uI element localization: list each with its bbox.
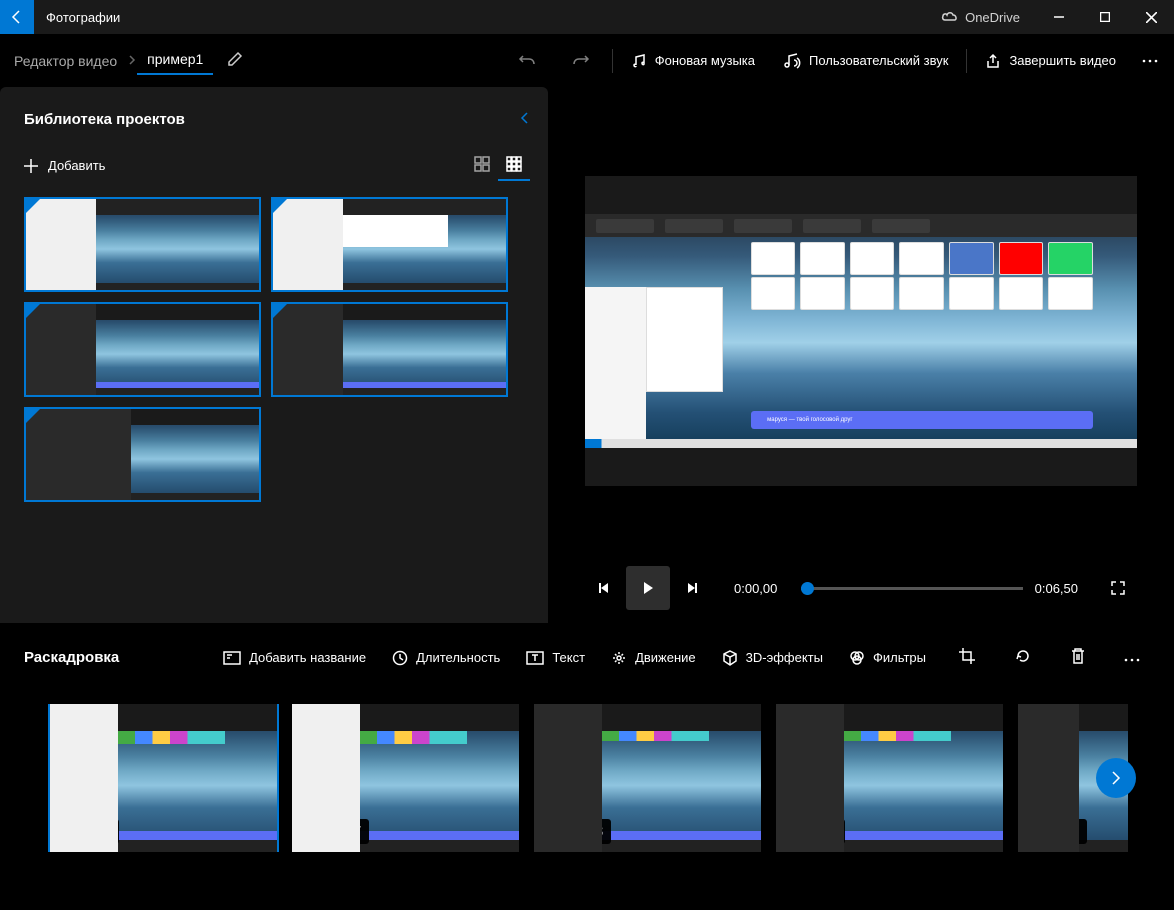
total-time: 0:06,50 [1035,581,1078,596]
next-frame-button[interactable] [670,566,714,610]
add-title-button[interactable]: Добавить название [219,644,370,671]
text-icon [526,651,544,665]
storyboard-clip[interactable]: 0,5 [776,704,1003,852]
cloud-icon [941,11,959,23]
library-title: Библиотека проектов [24,111,520,128]
finish-button[interactable]: Завершить видео [971,34,1130,87]
app-title: Фотографии [46,10,120,25]
more-button[interactable] [1114,644,1150,671]
seek-bar[interactable] [801,587,1022,590]
edit-icon[interactable] [227,51,243,70]
back-button[interactable] [0,0,34,34]
onedrive-label: OneDrive [965,10,1020,25]
prev-frame-button[interactable] [582,566,626,610]
library-item[interactable] [271,302,508,397]
project-name[interactable]: пример1 [137,51,213,75]
chevron-right-icon [127,53,137,68]
motion-button[interactable]: Движение [607,644,700,672]
bg-music-label: Фоновая музыка [655,53,755,68]
bg-music-button[interactable]: Фоновая музыка [617,34,769,87]
library-item[interactable] [271,197,508,292]
storyboard-clip[interactable]: 1,03 [534,704,761,852]
minimize-button[interactable] [1036,0,1082,34]
onedrive-button[interactable]: OneDrive [941,10,1020,25]
collapse-icon[interactable] [520,109,530,130]
filters-button[interactable]: Фильтры [845,644,930,672]
crop-button[interactable] [948,641,986,674]
library-item[interactable] [24,407,261,502]
custom-audio-button[interactable]: Пользовательский звук [769,34,962,87]
next-clips-button[interactable] [1096,758,1136,798]
current-time: 0:00,00 [734,581,777,596]
3d-effects-button[interactable]: 3D-эффекты [718,644,827,672]
motion-icon [611,650,627,666]
undo-button[interactable] [500,34,554,87]
large-grid-button[interactable] [466,150,498,181]
delete-button[interactable] [1060,641,1096,674]
text-button[interactable]: Текст [522,644,589,671]
music-icon [631,53,647,69]
duration-button[interactable]: Длительность [388,644,504,672]
small-grid-button[interactable] [498,150,530,181]
storyboard-clip[interactable]: 1,0 [50,704,277,852]
preview-banner: маруся — твой голосовой друг [751,411,1093,430]
close-button[interactable] [1128,0,1174,34]
library-item[interactable] [24,197,261,292]
breadcrumb-editor[interactable]: Редактор видео [4,53,127,69]
plus-icon [24,159,38,173]
maximize-button[interactable] [1082,0,1128,34]
add-button[interactable]: Добавить [24,152,105,179]
more-button[interactable] [1130,34,1170,87]
storyboard-title: Раскадровка [24,649,119,666]
audio-icon [783,53,801,69]
export-icon [985,53,1001,69]
fullscreen-button[interactable] [1096,566,1140,610]
storyboard-clip[interactable]: 1,97 [292,704,519,852]
library-item[interactable] [24,302,261,397]
add-label: Добавить [48,158,105,173]
preview-player[interactable]: маруся — твой голосовой друг [585,176,1137,486]
title-icon [223,651,241,665]
rotate-button[interactable] [1004,641,1042,674]
clock-icon [392,650,408,666]
custom-audio-label: Пользовательский звук [809,53,948,68]
play-button[interactable] [626,566,670,610]
cube-icon [722,650,738,666]
finish-label: Завершить видео [1009,53,1116,68]
redo-button[interactable] [554,34,608,87]
filters-icon [849,650,865,666]
